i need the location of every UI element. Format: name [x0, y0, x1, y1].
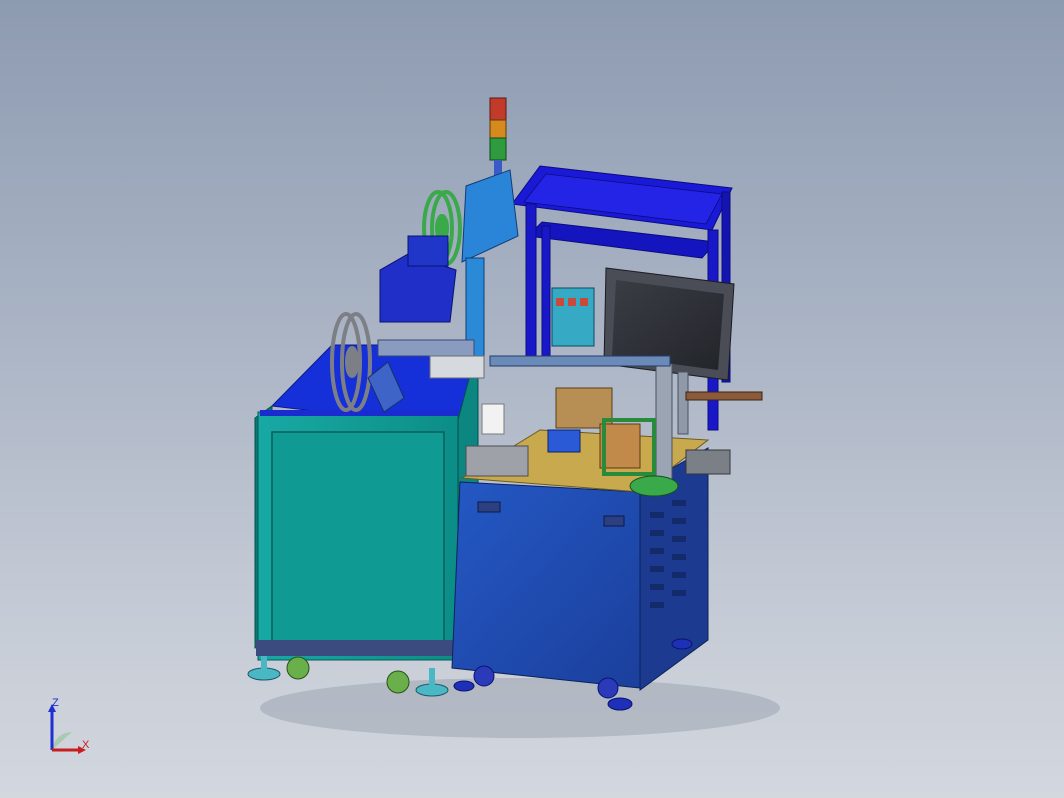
caster-mid — [386, 670, 410, 694]
foot-blue-left — [453, 680, 475, 692]
frame-post-mid — [541, 225, 551, 367]
cylinder-red-1 — [556, 298, 564, 306]
right-cabinet-badge-left — [477, 501, 501, 513]
tower-light-green — [489, 137, 507, 161]
cylinder-stack — [551, 287, 595, 347]
caster-blue-right — [597, 677, 619, 699]
feed-rail — [377, 339, 475, 357]
tower-light-orange — [489, 119, 507, 139]
guide-rail — [489, 355, 671, 367]
cylinder-red-2 — [568, 298, 576, 306]
camera-head — [461, 169, 519, 263]
left-cabinet-base — [256, 640, 456, 656]
axis-x-label: X — [82, 739, 90, 751]
green-disc — [629, 475, 679, 497]
machine-3d-model[interactable] — [0, 0, 1064, 798]
frame-post-left — [525, 203, 537, 361]
foot-blue-back — [671, 638, 693, 650]
right-cabinet-front — [451, 481, 641, 689]
caster-left — [286, 656, 310, 680]
left-cabinet-door — [271, 431, 445, 645]
coordinate-triad: Z X — [40, 698, 100, 758]
lower-shelf — [526, 221, 718, 259]
cylinder-red-3 — [580, 298, 588, 306]
right-cabinet-badge-right — [603, 515, 625, 527]
floor-shadow — [260, 678, 780, 738]
foot-blue-front — [607, 697, 633, 711]
side-rod — [685, 391, 763, 401]
motor-grey — [685, 449, 731, 475]
station-grey-box — [465, 445, 529, 477]
tower-light-red — [489, 97, 507, 121]
cad-viewport[interactable]: Z X — [0, 0, 1064, 798]
small-blue-part — [547, 429, 581, 453]
feeder-arm — [407, 235, 449, 267]
monitor-arm-post — [655, 363, 673, 491]
signal-tower — [461, 97, 519, 371]
triad-axes-icon — [48, 704, 86, 754]
axis-z-label: Z — [52, 697, 59, 709]
feed-block-white — [429, 355, 485, 379]
station-white-tag — [481, 403, 505, 435]
caster-blue-mid — [473, 665, 495, 687]
monitor-arm-post-2 — [677, 371, 689, 435]
